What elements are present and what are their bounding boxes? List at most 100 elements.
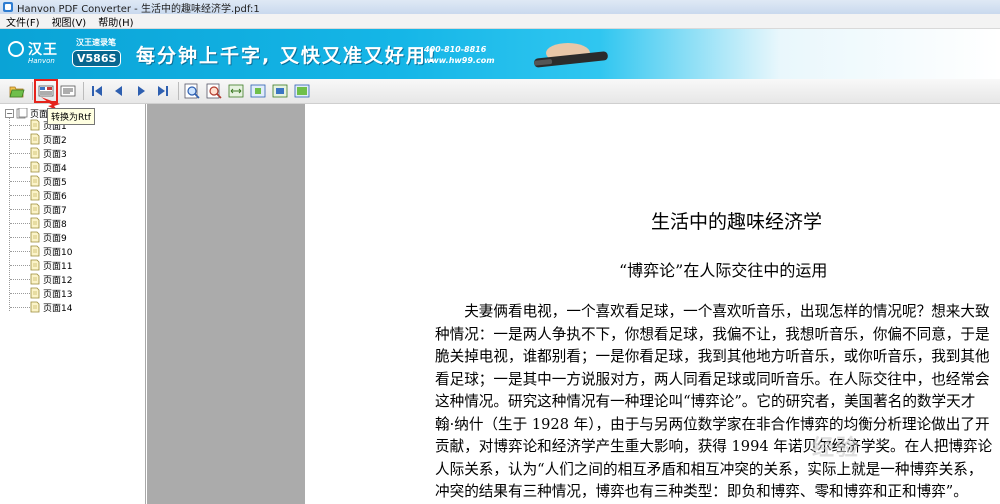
scanner-pen-icon bbox=[534, 43, 608, 68]
banner-website: www.hw99.com bbox=[424, 56, 495, 65]
document-line: 贡献，对博弈论和经济学产生重大影响，获得 1994 年诺贝尔经济学奖。在人把博弈… bbox=[435, 438, 993, 455]
toolbar-separator bbox=[32, 82, 33, 100]
tree-page-item[interactable]: 页面9 bbox=[10, 230, 72, 244]
tree-page-label: 页面11 bbox=[43, 261, 73, 272]
hanvon-logo: 汉王 Hanvon bbox=[8, 37, 66, 71]
tree-page-label: 页面2 bbox=[43, 135, 67, 146]
tree-page-label: 页面5 bbox=[43, 177, 67, 188]
document-line: 看足球；一是其中一方说服对方，两人同看足球或同听音乐。在人际交往中，也经常会 bbox=[435, 370, 990, 388]
document-line: 脆关掉电视，谁都别看；一是你看足球，我到其他地方听音乐，或你听音乐，我到其他 bbox=[435, 348, 990, 365]
tree-branch bbox=[10, 222, 30, 224]
tooltip: 转换为Rtf bbox=[47, 108, 95, 125]
document-title: 生活中的趣味经济学 bbox=[651, 211, 823, 233]
document-line: 人际关系，认为“人们之间的相互矛盾和相互冲突的关系，实际上就是一种博弈关系， bbox=[435, 460, 983, 478]
tree-page-label: 页面4 bbox=[43, 163, 67, 174]
prev-page-button[interactable] bbox=[110, 82, 128, 100]
next-page-icon bbox=[138, 86, 145, 96]
document-subtitle: “博弈论”在人际交往中的运用 bbox=[619, 261, 828, 280]
product-model: V586S bbox=[72, 50, 122, 67]
next-page-button[interactable] bbox=[132, 82, 150, 100]
tree-branch bbox=[10, 306, 30, 308]
tree-page-item[interactable]: 页面8 bbox=[10, 216, 72, 230]
document-body: 夫妻俩看电视，一个喜欢看足球，一个喜欢听音乐，出现怎样的情况呢？想来大致 种情况：… bbox=[435, 301, 1000, 504]
tree-page-label: 页面14 bbox=[43, 303, 73, 314]
tree-branch bbox=[10, 194, 30, 196]
title-bar: Hanvon PDF Converter - 生活中的趣味经济学.pdf:1 bbox=[0, 0, 1000, 15]
actual-size-icon bbox=[272, 84, 288, 98]
tree-page-item[interactable]: 页面7 bbox=[10, 202, 72, 216]
zoom-in-button[interactable] bbox=[183, 82, 201, 100]
logo-english: Hanvon bbox=[28, 57, 55, 65]
document-line: 这种情况。研究这种情况有一种理论叫“博弈论”。它的研究者，美国著名的数学天才 bbox=[435, 393, 976, 410]
page-icon bbox=[30, 259, 40, 271]
page-list: 页面1 页面2 页面3 页面4 页面5 页面6 页面7 页面8 页面9 页面10 页面11 页面12 页… bbox=[10, 118, 72, 314]
document-page[interactable]: 生活中的趣味经济学 “博弈论”在人际交往中的运用 夫妻俩看电视，一个喜欢看足球，… bbox=[305, 104, 1000, 504]
product-badge: 汉王速录笔 V586S bbox=[72, 37, 122, 71]
collapse-icon[interactable]: − bbox=[5, 108, 14, 118]
tree-branch bbox=[10, 180, 30, 182]
tree-page-label: 页面6 bbox=[43, 191, 67, 202]
page-icon bbox=[30, 147, 40, 159]
ad-banner[interactable]: 汉王 Hanvon 汉王速录笔 V586S 每分钟上千字, 又快又准又好用! 4… bbox=[0, 29, 1000, 79]
zoom-in-icon bbox=[184, 83, 200, 99]
tree-page-item[interactable]: 页面3 bbox=[10, 146, 72, 160]
tree-page-item[interactable]: 页面14 bbox=[10, 300, 72, 314]
tree-page-item[interactable]: 页面10 bbox=[10, 244, 72, 258]
first-page-button[interactable] bbox=[88, 82, 106, 100]
page-icon bbox=[30, 231, 40, 243]
tree-branch bbox=[10, 208, 30, 210]
zoom-out-icon bbox=[206, 83, 222, 99]
tree-page-item[interactable]: 页面2 bbox=[10, 132, 72, 146]
page-icon bbox=[30, 217, 40, 229]
full-screen-button[interactable] bbox=[293, 82, 311, 100]
actual-size-button[interactable] bbox=[271, 82, 289, 100]
logo-mark-icon bbox=[8, 41, 24, 57]
page-icon bbox=[30, 287, 40, 299]
tree-page-item[interactable]: 页面5 bbox=[10, 174, 72, 188]
logo-text: 汉王 bbox=[28, 42, 58, 58]
last-page-button[interactable] bbox=[154, 82, 172, 100]
menu-file[interactable]: 文件(F) bbox=[0, 14, 46, 29]
banner-phone: 400-810-8816 bbox=[424, 45, 487, 54]
menu-help[interactable]: 帮助(H) bbox=[92, 14, 139, 29]
page-icon bbox=[30, 175, 40, 187]
last-page-icon bbox=[158, 86, 168, 96]
tree-page-label: 页面13 bbox=[43, 289, 73, 300]
menu-bar: 文件(F) 视图(V) 帮助(H) bbox=[0, 14, 1000, 29]
zoom-out-button[interactable] bbox=[205, 82, 223, 100]
tree-branch bbox=[10, 152, 30, 154]
tree-page-label: 页面12 bbox=[43, 275, 73, 286]
open-file-button[interactable] bbox=[8, 82, 26, 100]
folder-open-icon bbox=[9, 86, 25, 98]
fit-page-icon bbox=[250, 84, 266, 98]
tree-page-item[interactable]: 页面4 bbox=[10, 160, 72, 174]
tree-page-item[interactable]: 页面11 bbox=[10, 258, 72, 272]
menu-view[interactable]: 视图(V) bbox=[46, 14, 93, 29]
first-page-icon bbox=[92, 86, 102, 96]
tree-branch bbox=[10, 138, 30, 140]
tree-branch bbox=[10, 264, 30, 266]
page-icon bbox=[30, 301, 40, 313]
tree-branch bbox=[10, 292, 30, 294]
page-tree-panel: − 页面 页面1 页面2 页面3 页面4 页面5 页面6 页面7 页面8 页面9 页面10 页面11… bbox=[0, 104, 146, 504]
tree-branch bbox=[10, 250, 30, 252]
viewer-background bbox=[147, 104, 305, 504]
toolbar-separator bbox=[83, 82, 84, 100]
document-line: 翰·纳什（生于 1928 年），由于与另两位数学家在非合作博弈的均衡分析理论做出… bbox=[435, 415, 990, 433]
page-icon bbox=[30, 203, 40, 215]
tree-branch bbox=[10, 124, 30, 126]
app-icon bbox=[3, 2, 13, 12]
tree-branch bbox=[10, 166, 30, 168]
tree-page-label: 页面7 bbox=[43, 205, 67, 216]
fit-width-button[interactable] bbox=[227, 82, 245, 100]
tree-page-label: 页面3 bbox=[43, 149, 67, 160]
prev-page-icon bbox=[115, 86, 122, 96]
tree-page-item[interactable]: 页面6 bbox=[10, 188, 72, 202]
toolbar bbox=[0, 79, 1000, 104]
tree-branch bbox=[10, 236, 30, 238]
window-title: Hanvon PDF Converter - 生活中的趣味经济学.pdf:1 bbox=[17, 3, 260, 15]
fit-page-button[interactable] bbox=[249, 82, 267, 100]
tree-page-item[interactable]: 页面13 bbox=[10, 286, 72, 300]
tree-page-item[interactable]: 页面12 bbox=[10, 272, 72, 286]
pages-root-icon bbox=[16, 107, 28, 118]
